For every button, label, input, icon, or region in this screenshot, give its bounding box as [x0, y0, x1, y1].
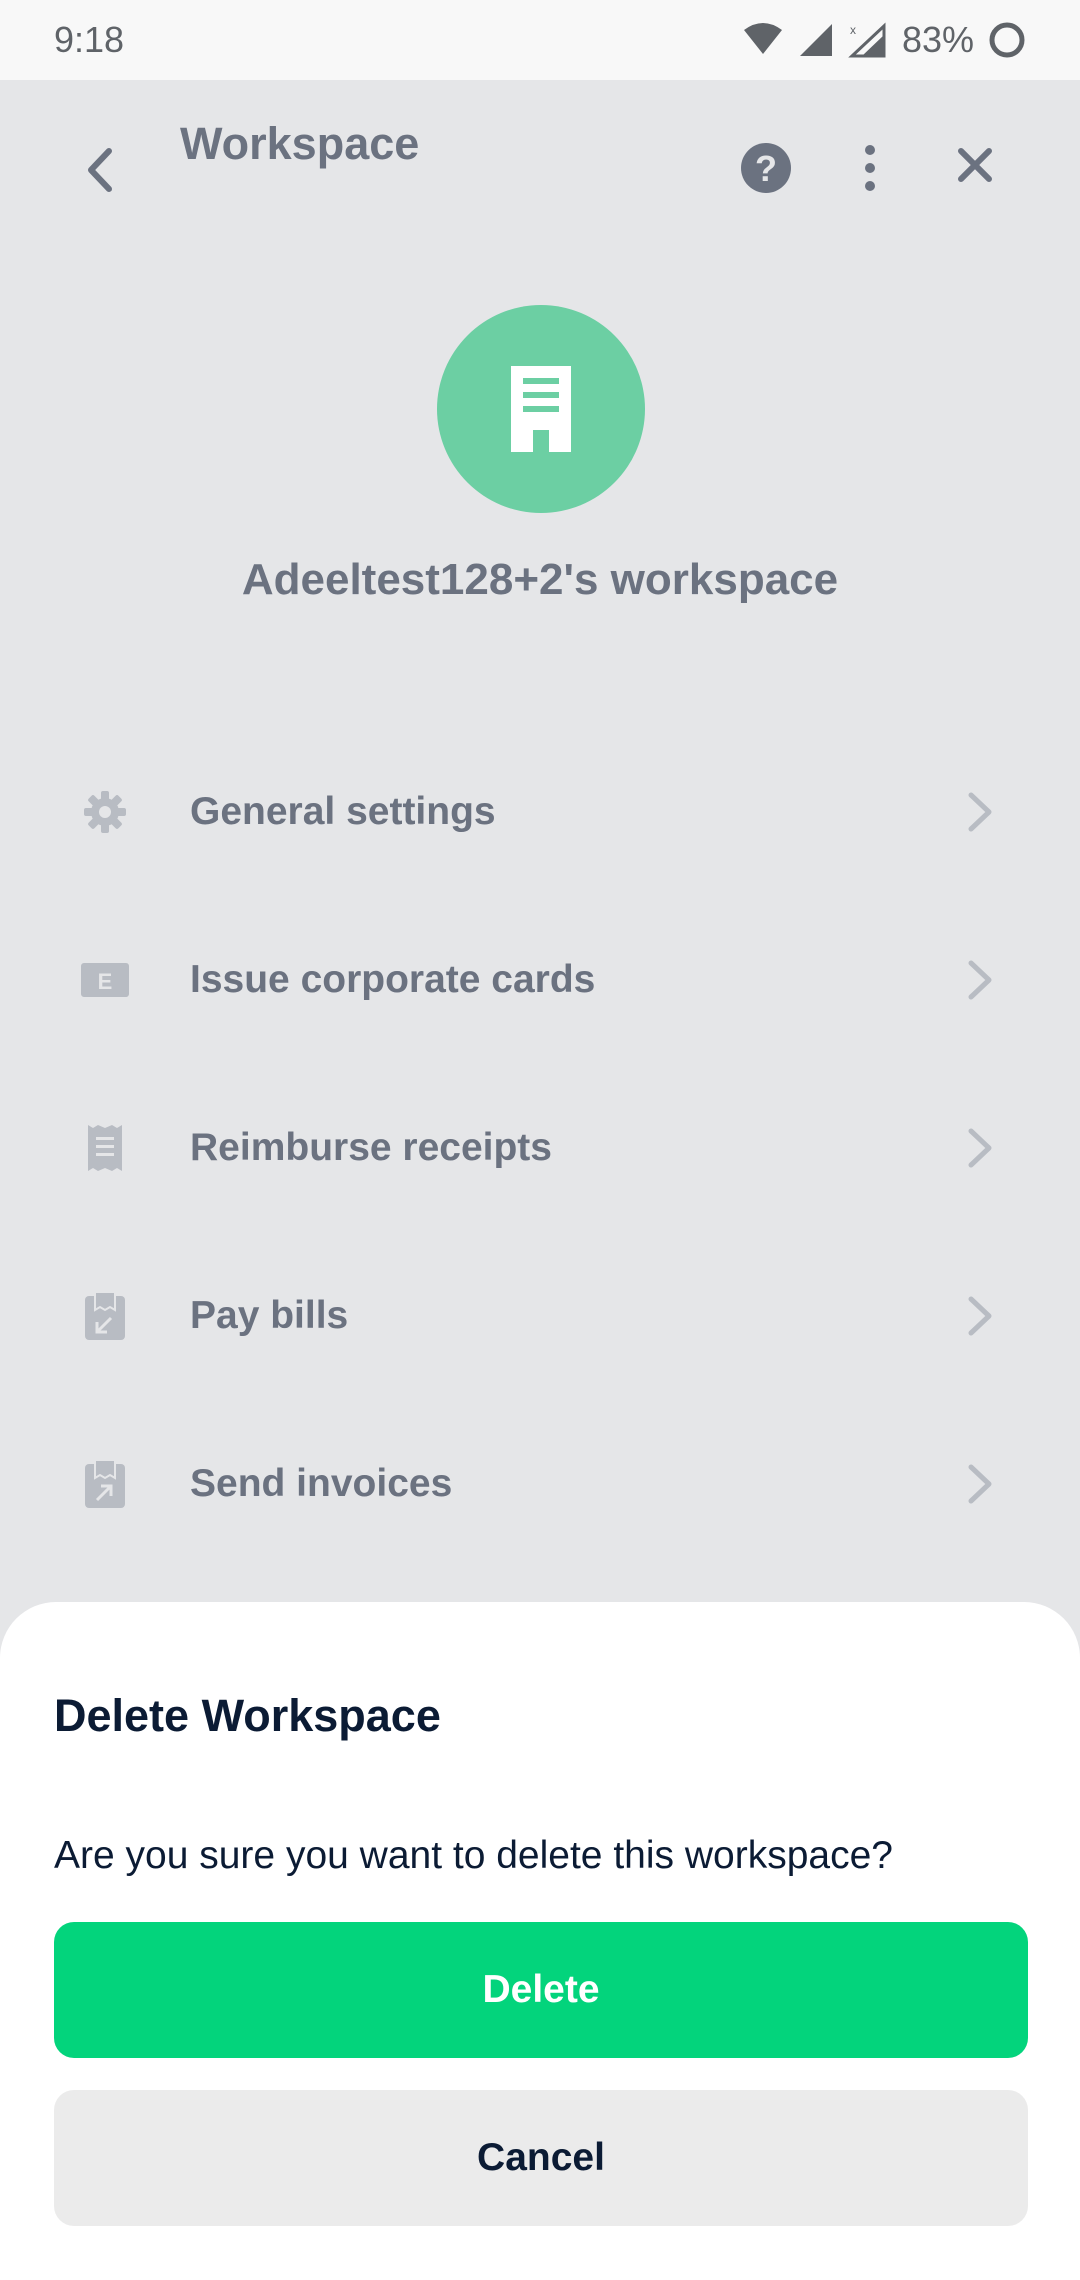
menu-item-label: Send invoices: [190, 1462, 453, 1505]
svg-text:E: E: [98, 969, 113, 994]
menu-item-label: General settings: [190, 790, 496, 833]
workspace-name: Adeeltest128+2's workspace: [241, 555, 839, 604]
status-bar: 9:18 x 83%: [0, 0, 1080, 80]
menu-item-label: Reimburse receipts: [190, 1126, 552, 1169]
chevron-right-icon: [962, 1123, 998, 1173]
bill-icon: [80, 1291, 130, 1341]
chevron-right-icon: [962, 1291, 998, 1341]
back-arrow-icon: [88, 148, 112, 192]
gear-icon: [80, 787, 130, 837]
close-icon: [958, 148, 992, 182]
menu-item-general-settings[interactable]: General settings: [0, 728, 1080, 896]
chevron-right-icon: [962, 955, 998, 1005]
cancel-button[interactable]: Cancel: [54, 2090, 1028, 2226]
menu-item-pay-bills[interactable]: Pay bills: [0, 1232, 1080, 1400]
help-icon: ?: [741, 143, 791, 193]
delete-button[interactable]: Delete: [54, 1922, 1028, 2058]
menu-item-label: Pay bills: [190, 1294, 349, 1337]
more-vertical-icon: [865, 145, 875, 191]
workspace-avatar[interactable]: [437, 305, 645, 513]
dialog-title: Delete Workspace: [54, 1690, 441, 1741]
help-button[interactable]: ?: [738, 140, 794, 196]
chevron-right-icon: [962, 787, 998, 837]
menu-item-issue-corporate-cards[interactable]: E Issue corporate cards: [0, 896, 1080, 1064]
battery-icon: [988, 21, 1026, 59]
status-icons: x 83%: [742, 19, 1026, 61]
page-title: Workspace: [180, 118, 420, 169]
menu-item-reimburse-receipts[interactable]: Reimburse receipts: [0, 1064, 1080, 1232]
workspace-menu: General settings E Issue corporate cards: [0, 728, 1080, 1568]
delete-workspace-dialog: Delete Workspace Are you sure you want t…: [0, 1602, 1080, 2280]
menu-item-label: Issue corporate cards: [190, 958, 596, 1001]
close-button[interactable]: [950, 140, 1000, 190]
more-options-button[interactable]: [850, 138, 890, 198]
chevron-right-icon: [962, 1459, 998, 1509]
menu-item-send-invoices[interactable]: Send invoices: [0, 1400, 1080, 1568]
header: Workspace ?: [0, 80, 1080, 240]
receipt-icon: [80, 1123, 130, 1173]
signal-no-service-icon: x: [848, 22, 888, 58]
invoice-icon: [80, 1459, 130, 1509]
signal-icon: [798, 22, 834, 58]
screen: 9:18 x 83% Workspace ? Adeeltest128+2's …: [0, 0, 1080, 2280]
battery-level: 83%: [901, 19, 974, 60]
building-icon: [511, 366, 571, 452]
svg-text:x: x: [850, 23, 856, 37]
dialog-message: Are you sure you want to delete this wor…: [54, 1834, 893, 1877]
svg-text:?: ?: [755, 148, 777, 189]
status-time: 9:18: [54, 19, 125, 60]
wifi-icon: [742, 22, 784, 58]
back-button[interactable]: [70, 140, 130, 200]
card-icon: E: [80, 955, 130, 1005]
